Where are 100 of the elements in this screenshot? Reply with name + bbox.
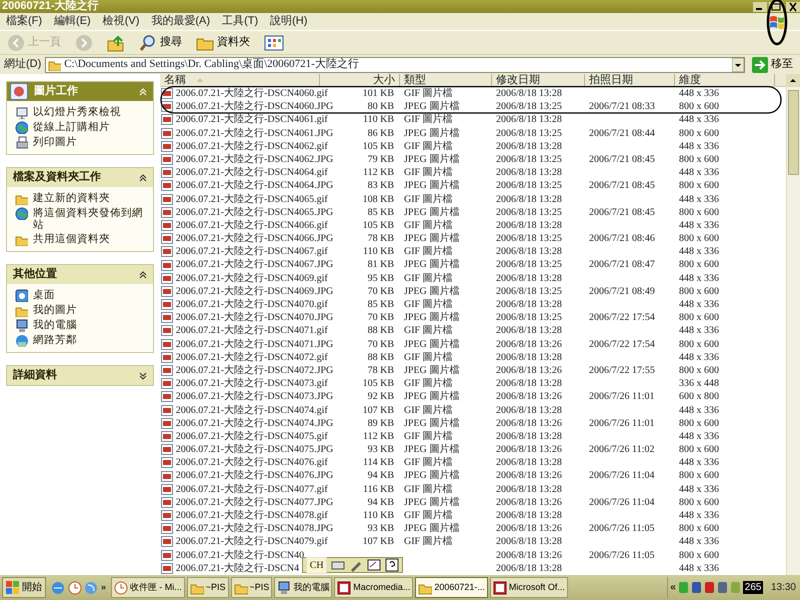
file-name[interactable]: 2006.07.21-大陸之行-DSCN4065.JPG <box>176 206 334 219</box>
file-name[interactable]: 2006.07.21-大陸之行-DSCN4079.gif <box>176 535 328 549</box>
task-link[interactable]: 以幻燈片秀來檢視 <box>33 106 121 118</box>
file-name[interactable]: 2006.07.21-大陸之行-DSCN4067.gif <box>176 245 328 258</box>
file-name[interactable]: 2006.07.21-大陸之行-DSCN4066.gif <box>176 218 328 232</box>
task-link[interactable]: 共用這個資料夾 <box>33 233 110 245</box>
file-name[interactable]: 2006.07.21-大陸之行-DSCN40 <box>176 548 304 562</box>
search-button[interactable]: 搜尋 <box>136 32 185 54</box>
menu-item[interactable]: 檔案(F) <box>6 12 42 31</box>
taskbar-button[interactable]: Microsoft Of... <box>490 577 568 598</box>
menu-item[interactable]: 工具(T) <box>222 12 258 31</box>
taskbar-button[interactable]: ~PIS <box>186 577 229 598</box>
file-name[interactable]: 2006.07.21-大陸之行-DSCN4062.gif <box>176 140 328 153</box>
address-field[interactable]: C:\Documents and Settings\Dr. Cabling\桌面\20060721-大陸之行 <box>45 56 745 72</box>
table-cell: 448 x 336 <box>679 114 719 126</box>
file-name[interactable]: 2006.07.21-大陸之行-DSCN4070.JPG <box>176 311 334 324</box>
column-header[interactable]: 類型 <box>400 74 492 86</box>
file-name[interactable]: 2006.07.21-大陸之行-DSCN4077.JPG <box>176 496 334 510</box>
task-link[interactable]: 將這個資料夾發佈到網站 <box>33 207 145 231</box>
table-cell: JPEG 圖片檔 <box>404 101 460 112</box>
panel-header[interactable]: 詳細資料 <box>7 366 153 385</box>
taskbar-button[interactable]: ~PIS <box>230 577 272 598</box>
start-button[interactable]: 開始 <box>2 577 46 598</box>
task-link[interactable]: 網路芳鄰 <box>33 334 77 346</box>
table-cell: 800 x 600 <box>679 418 719 429</box>
file-name[interactable]: 2006.07.21-大陸之行-DSCN4064.JPG <box>176 179 334 193</box>
dropdown-arrow-icon[interactable] <box>732 58 744 72</box>
task-link[interactable]: 我的圖片 <box>33 304 77 316</box>
menu-item[interactable]: 說明(H) <box>270 12 308 31</box>
task-link[interactable]: 桌面 <box>33 289 55 301</box>
language-bar[interactable]: CH <box>302 557 404 573</box>
panel-header[interactable]: 其他位置 <box>7 265 153 284</box>
help-icon[interactable] <box>385 558 400 572</box>
more-chevron[interactable]: » <box>101 580 106 594</box>
column-header[interactable]: 拍照日期 <box>585 74 675 86</box>
menu-item[interactable]: 檢視(V) <box>102 12 140 31</box>
collapse-chevron-icon[interactable] <box>139 270 147 278</box>
file-name[interactable]: 2006.07.21-大陸之行-DSCN4072.gif <box>176 350 328 364</box>
close-icon[interactable] <box>786 2 800 12</box>
file-name[interactable]: 2006.07.21-大陸之行-DSCN4074.gif <box>176 404 328 417</box>
file-name[interactable]: 2006.07.21-大陸之行-DSCN4062.JPG <box>176 152 334 166</box>
column-header[interactable]: 修改日期 <box>492 74 585 86</box>
file-name[interactable]: 2006.07.21-大陸之行-DSCN4 <box>176 562 300 575</box>
file-name[interactable]: 2006.07.21-大陸之行-DSCN4061.JPG <box>176 126 334 140</box>
file-name[interactable]: 2006.07.21-大陸之行-DSCN4064.gif <box>176 166 328 180</box>
table-cell: 2006/7/26 11:04 <box>589 496 654 508</box>
file-name[interactable]: 2006.07.21-大陸之行-DSCN4071.JPG <box>176 338 334 351</box>
task-link[interactable]: 建立新的資料夾 <box>33 192 110 204</box>
file-name[interactable]: 2006.07.21-大陸之行-DSCN4060.JPG <box>176 100 334 114</box>
file-name[interactable]: 2006.07.21-大陸之行-DSCN4070.gif <box>176 298 328 312</box>
table-cell: 110 KB <box>362 246 394 258</box>
tray-badge[interactable]: 265 <box>742 581 764 594</box>
folders-button[interactable]: 資料夾 <box>193 32 253 54</box>
panel-header[interactable]: 圖片工作 <box>7 82 153 101</box>
taskbar-button[interactable]: Macromedia... <box>334 577 414 598</box>
column-header[interactable]: 大小 <box>320 74 400 86</box>
file-name[interactable]: 2006.07.21-大陸之行-DSCN4076.JPG <box>176 469 334 483</box>
taskbar-button[interactable]: 20060721-... <box>415 577 488 598</box>
file-name[interactable]: 2006.07.21-大陸之行-DSCN4072.JPG <box>176 364 334 378</box>
file-name[interactable]: 2006.07.21-大陸之行-DSCN4073.gif <box>176 377 328 390</box>
clock-icon[interactable] <box>68 580 82 594</box>
file-name[interactable]: 2006.07.21-大陸之行-DSCN4067.JPG <box>176 258 334 272</box>
expand-chevron-icon[interactable] <box>139 372 147 380</box>
scrollbar[interactable] <box>786 74 800 575</box>
file-name[interactable]: 2006.07.21-大陸之行-DSCN4078.JPG <box>176 522 334 536</box>
scroll-thumb[interactable] <box>788 90 799 175</box>
file-name[interactable]: 2006.07.21-大陸之行-DSCN4078.gif <box>176 509 328 522</box>
taskbar-button[interactable]: 收件匣 - Mi... <box>110 577 185 598</box>
file-name[interactable]: 2006.07.21-大陸之行-DSCN4074.JPG <box>176 416 334 430</box>
file-name[interactable]: 2006.07.21-大陸之行-DSCN4073.JPG <box>176 390 334 404</box>
file-name[interactable]: 2006.07.21-大陸之行-DSCN4069.JPG <box>176 284 334 298</box>
table-cell: 2006/8/18 13:28 <box>496 352 562 363</box>
column-header[interactable]: 維度 <box>675 74 775 86</box>
taskbar-button[interactable]: 我的電腦 <box>274 577 332 598</box>
file-name[interactable]: 2006.07.21-大陸之行-DSCN4077.gif <box>176 482 328 496</box>
task-link[interactable]: 列印圖片 <box>33 136 77 148</box>
task-link[interactable]: 我的電腦 <box>33 319 77 331</box>
menu-item[interactable]: 編輯(E) <box>54 12 91 31</box>
panel-header[interactable]: 檔案及資料夾工作 <box>7 168 153 187</box>
task-link[interactable]: 從線上訂購相片 <box>33 121 110 133</box>
file-name[interactable]: 2006.07.21-大陸之行-DSCN4075.gif <box>176 430 328 444</box>
file-name[interactable]: 2006.07.21-大陸之行-DSCN4076.gif <box>176 456 328 470</box>
file-name[interactable]: 2006.07.21-大陸之行-DSCN4061.gif <box>176 113 328 127</box>
table-cell: 2006/8/18 13:26 <box>496 391 562 402</box>
tray-toggle[interactable]: « <box>670 580 676 595</box>
printer-icon <box>15 136 28 149</box>
language-indicator[interactable]: CH <box>306 556 328 574</box>
file-name[interactable]: 2006.07.21-大陸之行-DSCN4075.JPG <box>176 443 334 456</box>
table-cell: 2006/8/18 13:26 <box>496 550 562 561</box>
table-cell: 70 KB <box>368 338 394 350</box>
file-name[interactable]: 2006.07.21-大陸之行-DSCN4060.gif <box>176 87 328 100</box>
collapse-chevron-icon[interactable] <box>139 174 147 182</box>
column-header[interactable]: 名稱 <box>160 74 320 86</box>
minimize-icon[interactable] <box>752 2 766 12</box>
file-name[interactable]: 2006.07.21-大陸之行-DSCN4071.gif <box>176 324 328 338</box>
file-name[interactable]: 2006.07.21-大陸之行-DSCN4066.JPG <box>176 232 334 246</box>
menu-item[interactable]: 我的最愛(A) <box>151 12 210 31</box>
table-cell: 800 x 600 <box>679 444 719 456</box>
file-name[interactable]: 2006.07.21-大陸之行-DSCN4065.gif <box>176 192 328 206</box>
file-name[interactable]: 2006.07.21-大陸之行-DSCN4069.gif <box>176 272 328 285</box>
